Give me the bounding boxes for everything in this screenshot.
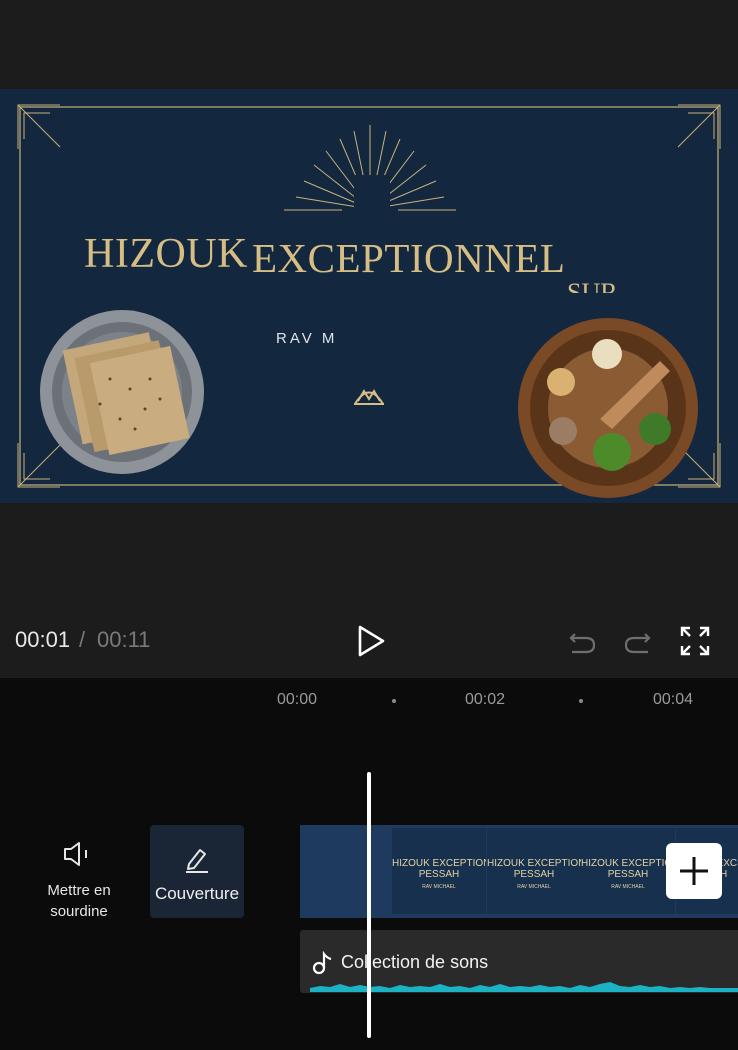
clip-thumbnail: HIZOUK EXCEPTIONNEL PESSAH RAV MICHAEL xyxy=(487,828,581,914)
cover-label: Couverture xyxy=(154,884,240,903)
edit-pencil-icon xyxy=(186,849,208,873)
current-time: 00:01 xyxy=(15,627,71,652)
redo-button[interactable] xyxy=(622,625,654,657)
mute-label-line1: Mettre en xyxy=(47,882,111,899)
video-subtitle: RAV M xyxy=(276,330,338,347)
add-clip-button[interactable] xyxy=(666,843,722,899)
speaker-icon xyxy=(64,842,87,866)
plus-icon xyxy=(680,857,708,885)
total-time: 00:11 xyxy=(97,627,151,652)
frame-decoration xyxy=(17,104,721,498)
audio-track-label: Collection de sons xyxy=(341,952,489,972)
top-bar xyxy=(0,0,738,88)
fullscreen-icon xyxy=(680,626,710,656)
cover-button[interactable]: Couverture xyxy=(150,825,244,918)
redo-icon xyxy=(624,633,651,654)
video-title-left: HIZOUK xyxy=(84,231,248,277)
video-title-cut: SUR xyxy=(567,278,618,293)
clip-thumbnail: HIZOUK EXCEPTIONNEL PESSAH RAV MICHAEL xyxy=(581,828,675,914)
matzah-plate-image xyxy=(40,310,204,474)
undo-button[interactable] xyxy=(566,625,598,657)
ruler-tick-1: 00:02 xyxy=(465,691,506,708)
seder-plate-image xyxy=(518,318,698,498)
undo-icon xyxy=(569,633,596,654)
mute-button[interactable]: Mettre en sourdine xyxy=(36,836,122,926)
audio-waveform xyxy=(310,982,738,992)
play-icon xyxy=(358,625,385,657)
video-title-right: EXCEPTIONNEL xyxy=(252,235,566,281)
ruler-dot xyxy=(579,699,583,703)
fullscreen-button[interactable] xyxy=(679,625,711,657)
clip-thumbnail: HIZOUK EXCEPTIONNEL PESSAH RAV MICHAEL xyxy=(392,828,486,914)
ruler-tick-0: 00:00 xyxy=(277,691,318,708)
mute-label-line2: sourdine xyxy=(50,903,108,920)
video-preview[interactable]: HIZOUK EXCEPTIONNEL SUR RAV M xyxy=(0,89,738,503)
crown-logo xyxy=(354,389,384,405)
ruler-dot xyxy=(392,699,396,703)
music-note-icon xyxy=(312,951,332,975)
ruler-tick-2: 00:04 xyxy=(653,691,694,708)
playhead[interactable] xyxy=(367,772,371,1038)
time-separator: / xyxy=(79,627,86,652)
play-button[interactable] xyxy=(354,624,388,658)
